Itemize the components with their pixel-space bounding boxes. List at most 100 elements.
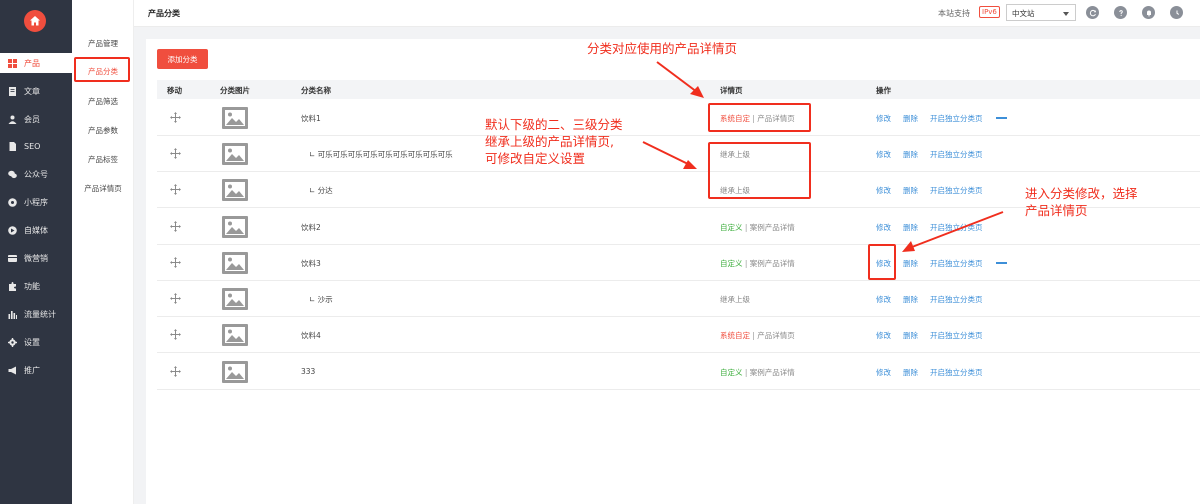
open-category-page-link[interactable]: 开启独立分类页 xyxy=(930,367,983,378)
sidebar-item-8[interactable]: 功能 xyxy=(0,276,72,296)
category-image-placeholder-icon[interactable] xyxy=(222,324,248,346)
category-name: 饮料1 xyxy=(301,114,321,123)
sidebar-item-7[interactable]: 微营销 xyxy=(0,248,72,268)
edit-link[interactable]: 修改 xyxy=(876,113,891,124)
edit-link[interactable]: 修改 xyxy=(876,149,891,160)
delete-link[interactable]: 删除 xyxy=(903,294,918,305)
bell-icon[interactable] xyxy=(1142,6,1155,19)
category-name: ∟ 分达 xyxy=(309,186,333,195)
detail-type-label: 系统自定 xyxy=(720,331,750,340)
category-image-placeholder-icon[interactable] xyxy=(222,143,248,165)
sidebar-item-2[interactable]: 会员 xyxy=(0,109,72,129)
sidebar-item-10[interactable]: 设置 xyxy=(0,332,72,352)
open-category-page-link[interactable]: 开启独立分类页 xyxy=(930,330,983,341)
subnav-item-0[interactable]: 产品管理 xyxy=(72,38,134,49)
open-category-page-link[interactable]: 开启独立分类页 xyxy=(930,113,983,124)
collapse-minus-icon[interactable] xyxy=(996,262,1007,264)
open-category-page-link[interactable]: 开启独立分类页 xyxy=(930,222,983,233)
refresh-icon[interactable] xyxy=(1086,6,1099,19)
annotation-detail-page: 分类对应使用的产品详情页 xyxy=(587,41,738,56)
detail-page-cell: 自定义 | 案例产品详情 xyxy=(720,258,795,269)
category-image-placeholder-icon[interactable] xyxy=(222,252,248,274)
delete-link[interactable]: 删除 xyxy=(903,149,918,160)
drag-move-icon[interactable] xyxy=(170,329,181,340)
category-image-placeholder-icon[interactable] xyxy=(222,216,248,238)
file-icon xyxy=(8,141,17,151)
annotation-inherit-line1: 默认下级的二、三级分类 xyxy=(485,117,623,132)
subnav-item-4[interactable]: 产品标签 xyxy=(72,154,134,165)
delete-link[interactable]: 删除 xyxy=(903,222,918,233)
drag-move-icon[interactable] xyxy=(170,148,181,159)
drag-move-icon[interactable] xyxy=(170,112,181,123)
drag-move-icon[interactable] xyxy=(170,221,181,232)
category-image-placeholder-icon[interactable] xyxy=(222,288,248,310)
subnav-item-5[interactable]: 产品详情页 xyxy=(72,183,134,194)
detail-page-cell: 自定义 | 案例产品详情 xyxy=(720,222,795,233)
annotation-box-subnav xyxy=(74,57,130,82)
detail-page-cell: 自定义 | 案例产品详情 xyxy=(720,367,795,378)
delete-link[interactable]: 删除 xyxy=(903,367,918,378)
category-name: ∟ 沙示 xyxy=(309,295,333,304)
detail-page-label: 案例产品详情 xyxy=(749,368,795,377)
gear-icon xyxy=(8,337,17,347)
header-name: 分类名称 xyxy=(301,86,331,95)
help-icon[interactable] xyxy=(1114,6,1127,19)
header-ops: 操作 xyxy=(876,86,891,95)
open-category-page-link[interactable]: 开启独立分类页 xyxy=(930,149,983,160)
sidebar-item-9[interactable]: 流量统计 xyxy=(0,304,72,324)
drag-move-icon[interactable] xyxy=(170,184,181,195)
sidebar-item-4[interactable]: 公众号 xyxy=(0,164,72,184)
ipv6-badge: IPv6 xyxy=(979,6,1000,18)
open-category-page-link[interactable]: 开启独立分类页 xyxy=(930,294,983,305)
category-image-placeholder-icon[interactable] xyxy=(222,179,248,201)
drag-move-icon[interactable] xyxy=(170,366,181,377)
drag-move-icon[interactable] xyxy=(170,293,181,304)
category-image-placeholder-icon[interactable] xyxy=(222,361,248,383)
header-image: 分类图片 xyxy=(220,86,250,95)
edit-link[interactable]: 修改 xyxy=(876,222,891,233)
sidebar-item-label: 小程序 xyxy=(24,197,48,207)
subnav-item-3[interactable]: 产品参数 xyxy=(72,125,134,136)
sidebar-item-1[interactable]: 文章 xyxy=(0,81,72,101)
user-icon xyxy=(8,115,17,124)
top-bar: 产品分类 本站支持 IPv6 中文站 xyxy=(134,0,1200,27)
open-category-page-link[interactable]: 开启独立分类页 xyxy=(930,185,983,196)
open-category-page-link[interactable]: 开启独立分类页 xyxy=(930,258,983,269)
wechat-icon xyxy=(8,170,17,179)
category-name: 饮料3 xyxy=(301,259,321,268)
home-icon xyxy=(30,16,40,26)
sidebar-item-label: 公众号 xyxy=(24,169,48,179)
sidebar-item-3[interactable]: SEO xyxy=(0,136,72,156)
header-detail: 详情页 xyxy=(720,86,743,95)
language-select[interactable]: 中文站 xyxy=(1006,4,1076,21)
delete-link[interactable]: 删除 xyxy=(903,258,918,269)
delete-link[interactable]: 删除 xyxy=(903,185,918,196)
category-name: 333 xyxy=(301,367,316,376)
page-title: 产品分类 xyxy=(148,9,180,18)
delete-link[interactable]: 删除 xyxy=(903,113,918,124)
detail-page-label: 产品详情页 xyxy=(757,331,795,340)
sidebar-item-6[interactable]: 自媒体 xyxy=(0,220,72,240)
category-image-placeholder-icon[interactable] xyxy=(222,107,248,129)
clock-icon[interactable] xyxy=(1170,6,1183,19)
edit-link[interactable]: 修改 xyxy=(876,367,891,378)
sidebar-item-label: 微营销 xyxy=(24,253,48,263)
drag-move-icon[interactable] xyxy=(170,257,181,268)
detail-inherit-label: 继承上级 xyxy=(720,295,750,304)
edit-link[interactable]: 修改 xyxy=(876,330,891,341)
sidebar-item-5[interactable]: 小程序 xyxy=(0,192,72,212)
home-logo[interactable] xyxy=(24,10,46,32)
sidebar-item-11[interactable]: 推广 xyxy=(0,360,72,380)
subnav-item-2[interactable]: 产品筛选 xyxy=(72,96,134,107)
collapse-minus-icon[interactable] xyxy=(996,117,1007,119)
delete-link[interactable]: 删除 xyxy=(903,330,918,341)
edit-link[interactable]: 修改 xyxy=(876,185,891,196)
edit-link[interactable]: 修改 xyxy=(876,294,891,305)
chevron-down-icon xyxy=(1063,12,1069,16)
sidebar-item-0[interactable]: 产品 xyxy=(0,53,72,73)
detail-separator: | xyxy=(742,259,750,268)
media-icon xyxy=(8,225,17,235)
annotation-edit-line2: 产品详情页 xyxy=(1025,203,1088,218)
add-category-button[interactable]: 添加分类 xyxy=(157,49,208,69)
detail-page-cell: 系统自定 | 产品详情页 xyxy=(720,330,795,341)
